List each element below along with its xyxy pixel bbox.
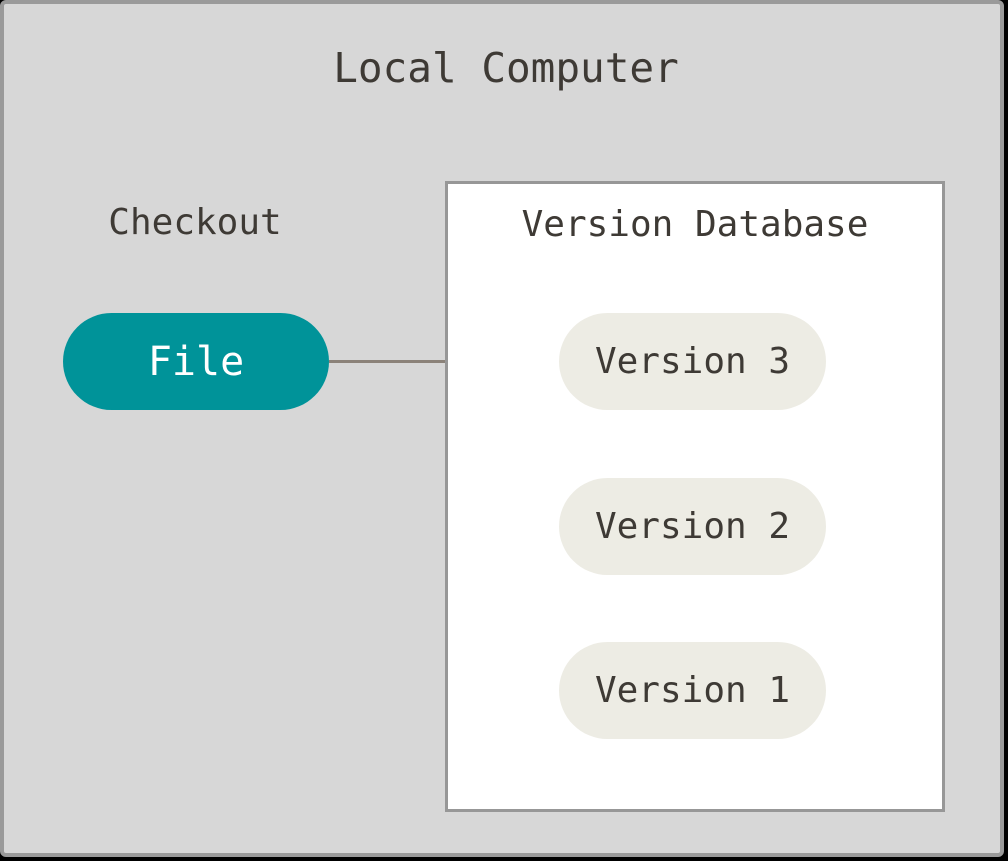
version-1-pill: Version 1 xyxy=(559,642,826,739)
version-1-label: Version 1 xyxy=(595,670,790,711)
version-3-pill: Version 3 xyxy=(559,313,826,410)
version-2-pill: Version 2 xyxy=(559,478,826,575)
file-pill: File xyxy=(63,313,329,410)
version-3-label: Version 3 xyxy=(595,341,790,382)
checkout-label: Checkout xyxy=(108,205,281,241)
page-title: Local Computer xyxy=(333,48,679,89)
local-computer-frame: Local Computer Checkout Version Database… xyxy=(0,0,1004,857)
version-2-label: Version 2 xyxy=(595,506,790,547)
version-database-title: Version Database xyxy=(522,207,869,243)
file-label: File xyxy=(148,339,244,385)
